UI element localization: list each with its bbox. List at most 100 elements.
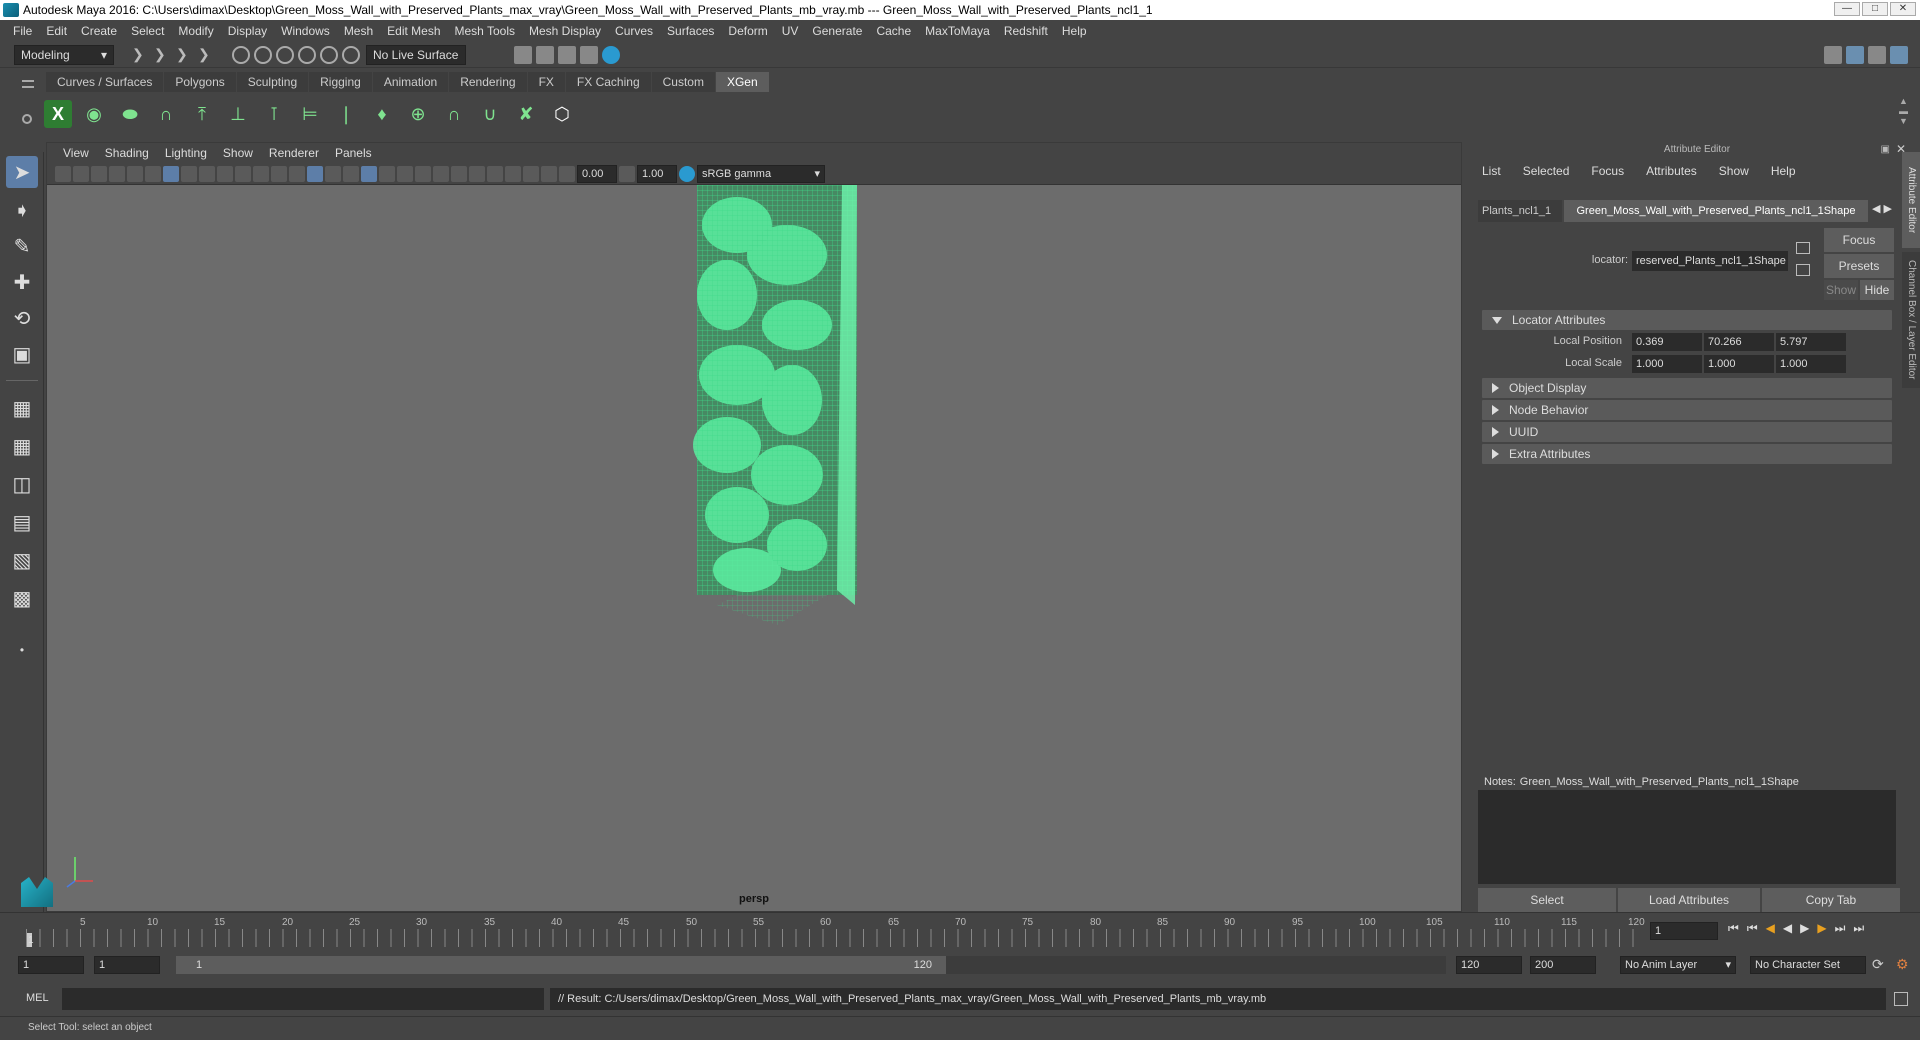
ipr-render-icon[interactable] xyxy=(580,46,598,64)
mode-dropdown[interactable]: Modeling ▾ xyxy=(14,45,114,65)
xgen-comb-icon[interactable]: ∩ xyxy=(440,100,468,128)
xgen-layers-icon[interactable]: ♦ xyxy=(368,100,396,128)
ae-menu-focus[interactable]: Focus xyxy=(1591,164,1624,178)
snap-surface-icon[interactable] xyxy=(320,46,338,64)
xgen-guide-tool-icon[interactable]: ❘ xyxy=(332,100,360,128)
exposure-field[interactable]: 0.00 xyxy=(577,164,617,183)
grid-icon[interactable] xyxy=(163,165,179,182)
xray-icon[interactable] xyxy=(505,165,521,182)
render-current-icon[interactable] xyxy=(558,46,576,64)
play-forward-icon[interactable]: ▶ xyxy=(1800,921,1809,936)
local-scale-z[interactable]: 1.000 xyxy=(1776,355,1846,373)
motion-blur-icon[interactable] xyxy=(433,165,449,182)
screen-ao-icon[interactable] xyxy=(415,165,431,182)
more-icon[interactable]: • xyxy=(6,634,38,666)
vp-menu-panels[interactable]: Panels xyxy=(327,146,380,160)
use-lights-icon[interactable] xyxy=(379,165,395,182)
gamma-field[interactable]: 1.00 xyxy=(637,164,677,183)
tab-sculpting[interactable]: Sculpting xyxy=(236,72,309,92)
local-position-z[interactable]: 5.797 xyxy=(1776,333,1846,351)
side-tab-attribute-editor[interactable]: Attribute Editor xyxy=(1902,152,1920,248)
section-node-behavior[interactable]: Node Behavior xyxy=(1482,400,1892,420)
copy-tab-button[interactable]: Copy Tab xyxy=(1762,888,1900,912)
notes-textarea[interactable] xyxy=(1478,790,1896,884)
modeling-toolkit-icon[interactable] xyxy=(1824,46,1842,64)
render-view-icon[interactable] xyxy=(536,46,554,64)
snap-live-icon[interactable] xyxy=(342,46,360,64)
two-view-icon[interactable]: ◫ xyxy=(6,468,38,500)
paint-select-icon[interactable]: ✎ xyxy=(6,230,38,262)
menu-cache[interactable]: Cache xyxy=(869,24,918,38)
vp-menu-lighting[interactable]: Lighting xyxy=(157,146,215,160)
xray-joints-icon[interactable] xyxy=(523,165,539,182)
local-position-x[interactable]: 0.369 xyxy=(1632,333,1702,351)
moss-wall-mesh[interactable] xyxy=(667,185,897,625)
tool-settings-icon[interactable] xyxy=(1868,46,1886,64)
menu-help[interactable]: Help xyxy=(1055,24,1094,38)
script-editor-icon[interactable] xyxy=(1894,992,1908,1006)
gamma-icon[interactable] xyxy=(619,165,635,182)
move-tool-icon[interactable]: ✚ xyxy=(6,266,38,298)
scale-tool-icon[interactable]: ▣ xyxy=(6,338,38,370)
command-input[interactable] xyxy=(62,988,544,1010)
field-chart-icon[interactable] xyxy=(235,165,251,182)
hypershade-icon[interactable] xyxy=(602,46,620,64)
menu-edit-mesh[interactable]: Edit Mesh xyxy=(380,24,447,38)
select-tool-icon[interactable]: ➤ xyxy=(6,156,38,188)
shelf-scroll[interactable]: ▲ ▬ ▼ xyxy=(1899,96,1908,126)
arrow-right-icon[interactable]: ❯ xyxy=(176,46,194,64)
step-forward-key-icon[interactable]: ▶ xyxy=(1817,921,1826,936)
live-surface-field[interactable]: No Live Surface xyxy=(366,45,466,65)
preferences-icon[interactable]: ⚙ xyxy=(1896,956,1909,973)
camera-attr-icon[interactable] xyxy=(73,165,89,182)
locator-name-field[interactable]: reserved_Plants_ncl1_1Shape xyxy=(1632,251,1788,271)
arrow-right-icon[interactable]: ❯ xyxy=(132,46,150,64)
safe-title-icon[interactable] xyxy=(271,165,287,182)
section-extra-attributes[interactable]: Extra Attributes xyxy=(1482,444,1892,464)
load-attributes-button[interactable]: Load Attributes xyxy=(1618,888,1760,912)
menu-surfaces[interactable]: Surfaces xyxy=(660,24,721,38)
tab-fx[interactable]: FX xyxy=(527,72,565,92)
ae-tab-shape[interactable]: Green_Moss_Wall_with_Preserved_Plants_nc… xyxy=(1564,200,1868,222)
time-slider[interactable]: 1 5 10 15 20 25 30 35 40 45 50 55 60 65 … xyxy=(0,912,1920,948)
2d-pan-icon[interactable] xyxy=(127,165,143,182)
input-output-icon[interactable] xyxy=(1796,264,1810,276)
xgen-delete-icon[interactable]: ✘ xyxy=(512,100,540,128)
arrow-right-icon[interactable]: ❯ xyxy=(198,46,216,64)
step-back-icon[interactable]: ⏮ xyxy=(1747,921,1758,936)
menu-mesh-display[interactable]: Mesh Display xyxy=(522,24,608,38)
section-locator-attributes[interactable]: Locator Attributes xyxy=(1482,310,1892,330)
minimize-button[interactable]: — xyxy=(1834,2,1860,16)
single-view-icon[interactable]: ▦ xyxy=(6,392,38,424)
playback-start-field[interactable]: 1 xyxy=(94,956,160,974)
local-scale-y[interactable]: 1.000 xyxy=(1704,355,1774,373)
tab-fx-caching[interactable]: FX Caching xyxy=(565,72,651,92)
xgen-preview-icon[interactable]: ◉ xyxy=(80,100,108,128)
ae-tab-transform[interactable]: Plants_ncl1_1 xyxy=(1478,200,1562,222)
range-track[interactable] xyxy=(946,956,1446,974)
go-to-end-icon[interactable]: ⏭ xyxy=(1853,921,1864,936)
viewport-panel[interactable]: View Shading Lighting Show Renderer Pane… xyxy=(21,142,1462,912)
isolate-select-icon[interactable] xyxy=(487,165,503,182)
tab-rigging[interactable]: Rigging xyxy=(309,72,372,92)
hypershade-layout-icon[interactable]: ▩ xyxy=(6,582,38,614)
snap-point-icon[interactable] xyxy=(276,46,294,64)
float-icon[interactable]: ▣ xyxy=(1881,144,1890,155)
show-button[interactable]: Show xyxy=(1824,280,1858,300)
auto-key-icon[interactable]: ⟳ xyxy=(1872,956,1884,973)
ae-menu-help[interactable]: Help xyxy=(1771,164,1796,178)
playback-end-field[interactable]: 120 xyxy=(1456,956,1522,974)
xgen-create-description-icon[interactable]: ⬬ xyxy=(116,100,144,128)
vp-menu-view[interactable]: View xyxy=(55,146,97,160)
ae-menu-list[interactable]: List xyxy=(1482,164,1501,178)
lasso-tool-icon[interactable]: ➧ xyxy=(6,194,38,226)
menu-select[interactable]: Select xyxy=(124,24,171,38)
anim-layer-dropdown[interactable]: No Anim Layer ▾ xyxy=(1620,956,1736,974)
tab-rendering[interactable]: Rendering xyxy=(449,72,527,92)
camera-icon[interactable] xyxy=(55,165,71,182)
close-button[interactable]: ✕ xyxy=(1890,2,1916,16)
ae-menu-show[interactable]: Show xyxy=(1719,164,1749,178)
tab-animation[interactable]: Animation xyxy=(372,72,449,92)
graph-layout-icon[interactable]: ▤ xyxy=(6,506,38,538)
smooth-shade-icon[interactable] xyxy=(307,165,323,182)
